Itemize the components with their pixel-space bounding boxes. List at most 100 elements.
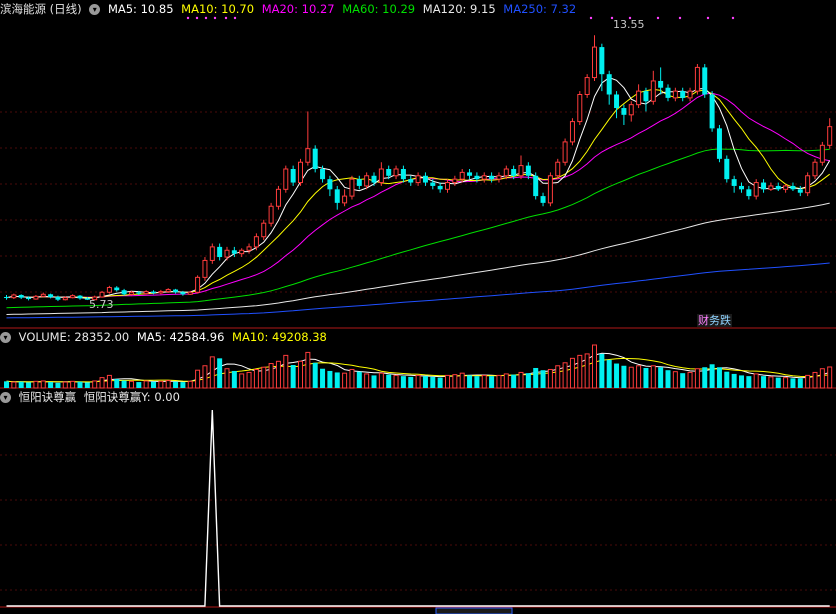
candle-body-up [496,175,502,180]
candle-body-up [209,246,215,261]
chevron-down-icon[interactable]: ▾ [0,332,11,343]
candle-body-down [4,297,9,299]
volume-bar-down [18,381,24,388]
volume-bar-up [694,368,700,389]
candle-body-up [99,291,105,298]
chevron-down-icon[interactable]: ▾ [0,392,11,403]
volume-bar-down [437,377,443,388]
candle-body-up [592,46,597,79]
cai-rest-label: 务跌 [709,314,731,327]
candle-body-up [819,144,825,163]
volume-bar-down [371,375,377,388]
volume-bar-up [547,368,553,389]
volume-bar-down [386,374,392,388]
candle-body-up [305,148,311,163]
volume-bar-up [805,374,811,389]
volume-bar-up [209,356,215,389]
volume-bar-up [158,380,164,389]
volume-bar-down [599,353,605,388]
candle-body-up [70,295,76,299]
candle-body-down [320,169,326,180]
candle-body-up [62,297,68,301]
volume-bars [4,344,833,389]
stock-chart[interactable] [0,0,836,614]
indicator-name[interactable]: 恒阳诀尊赢 [19,390,77,404]
candle-body-down [180,292,186,295]
candle-body-up [672,90,678,99]
volume-bar-down [665,370,671,388]
candle-body-up [805,175,811,194]
volume-bar-up [11,381,17,389]
volume-bar-down [217,358,223,388]
candle-body-down [790,185,796,190]
volume-bar-down [533,367,539,388]
candle-body-up [768,185,774,190]
volume-bar-down [121,380,127,388]
volume-bar-up [768,376,774,389]
cai-label: 财 [698,314,709,327]
candle-body-up [445,182,450,190]
volume-bar-up [62,381,68,389]
ma5-line [6,77,831,299]
volume-bar-down [114,379,120,388]
volume-bar-down [525,373,531,388]
candle-body-up [694,66,700,92]
volume-bar-up [812,371,818,389]
volume-bar-down [680,373,686,388]
candle-body-down [716,128,722,159]
volume-bar-down [709,364,715,388]
volume-bar-down [739,375,744,388]
volume-bar-up [819,368,825,389]
candle-body-down [709,94,715,129]
candle-body-up [165,289,171,293]
volume-bar-down [540,370,546,388]
volume-bar-up [555,365,561,389]
candle-body-up [283,168,289,190]
volume-bar-up [562,362,568,389]
candle-body-down [26,297,32,300]
candle-body-down [665,87,671,98]
volume-bar-down [312,362,318,388]
candle-body-down [114,287,120,291]
candle-body-up [636,90,642,106]
volume-bar-up [584,353,590,389]
candle-body-up [547,175,553,204]
candle-body-up [195,276,201,293]
volume-bar-up [92,380,98,389]
volume-bar-down [511,374,517,388]
stock-title[interactable]: 滨海能源 (日线) [0,2,82,16]
financial-event-badge[interactable]: 财务跌 [697,314,732,327]
scrollbar-indicator [435,607,513,614]
volume-bar-down [643,367,649,388]
candle-body-down [511,169,517,176]
volume-bar-up [827,366,833,389]
candle-body-down [371,175,377,183]
candle-body-down [614,94,620,109]
chevron-down-icon[interactable]: ▾ [89,4,101,15]
signal-dot [186,16,190,20]
candle-body-up [783,185,789,190]
candle-body-up [239,249,245,255]
candle-body-down [217,246,223,258]
volume-bar-up [261,366,267,389]
volume-bar-up [195,369,201,389]
volume-bar-down [422,376,428,388]
volume-bar-up [33,380,39,389]
volume-bar-up [753,373,759,389]
volume-bar-up [783,377,789,389]
candle-body-down [231,250,237,254]
ma120-legend: MA120: 9.15 [422,2,496,16]
candle-body-up [459,171,465,180]
volume-bar-up [70,380,76,389]
volume-bar-up [445,374,450,389]
candle-body-down [606,74,612,95]
volume-bar-down [430,376,436,388]
candle-body-up [753,182,759,197]
candle-body-down [430,182,436,186]
volume-bar-down [724,371,730,388]
volume-bar-up [253,368,259,389]
volume-bar-down [180,382,186,388]
candle-body-down [18,294,24,298]
volume-bar-down [702,367,708,388]
volume-bar-down [621,365,627,388]
